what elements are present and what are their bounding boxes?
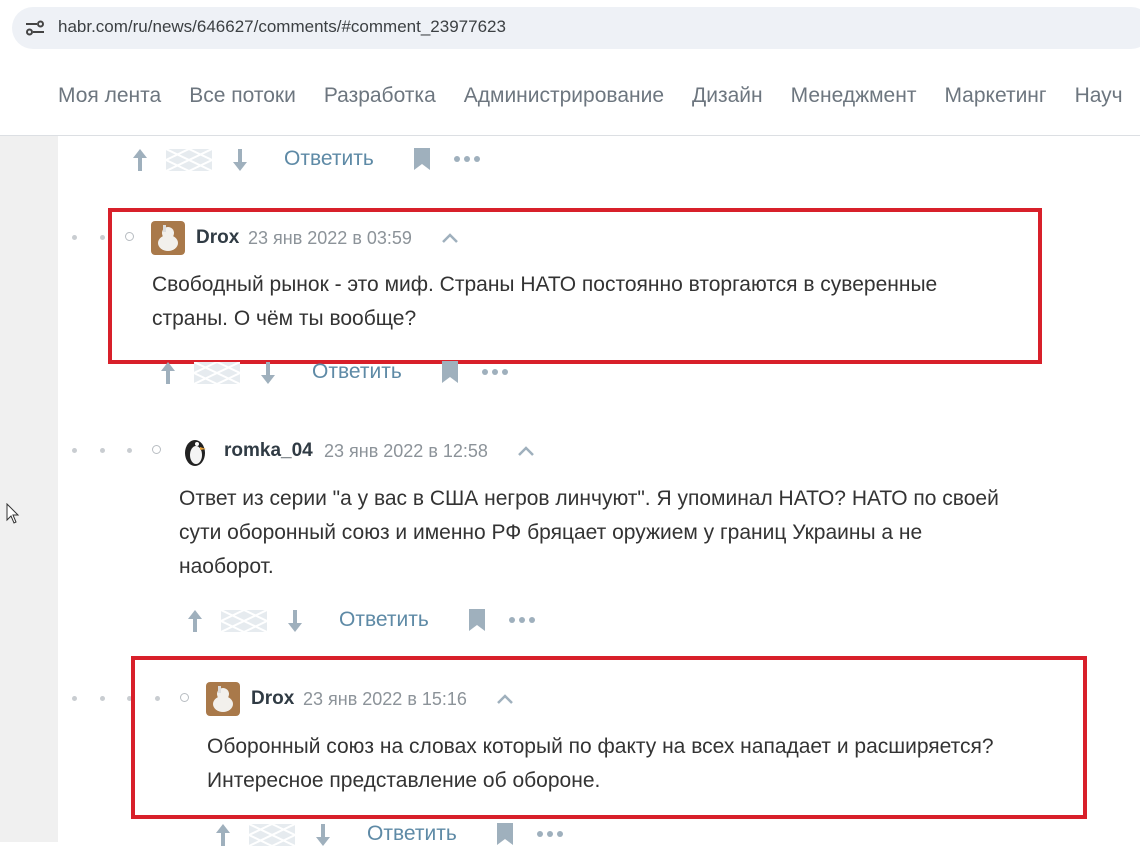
url-text[interactable]: habr.com/ru/news/646627/comments/#commen…: [58, 17, 506, 37]
nav-item-management[interactable]: Менеджмент: [791, 84, 917, 108]
more-icon[interactable]: [481, 368, 509, 376]
score-placeholder: [249, 824, 295, 846]
comment-text: Ответ из серии "а у вас в США негров лин…: [179, 487, 999, 578]
vote-down-icon[interactable]: [258, 360, 278, 386]
thread-dot: [72, 696, 77, 701]
avatar[interactable]: [178, 434, 212, 468]
more-icon[interactable]: [536, 830, 564, 838]
bookmark-icon[interactable]: [468, 608, 486, 632]
highlight-box: [131, 656, 1087, 819]
score-placeholder: [221, 610, 267, 632]
vote-up-icon[interactable]: [130, 147, 150, 173]
bookmark-icon[interactable]: [441, 360, 459, 384]
vote-up-icon[interactable]: [158, 360, 178, 386]
comment-actions: Ответить: [130, 147, 490, 177]
comment-author[interactable]: romka_04: [224, 440, 313, 462]
nav-item-development[interactable]: Разработка: [324, 84, 436, 108]
nav-item-marketing[interactable]: Маркетинг: [944, 84, 1046, 108]
habr-nav: Моя лента Все потоки Разработка Админист…: [0, 58, 1140, 136]
thread-dot: [100, 448, 105, 453]
vote-down-icon[interactable]: [313, 822, 333, 848]
vote-down-icon[interactable]: [285, 608, 305, 634]
reply-link[interactable]: Ответить: [367, 822, 457, 846]
bookmark-icon[interactable]: [413, 147, 431, 171]
nav-item-science[interactable]: Науч: [1075, 84, 1123, 108]
comment-actions: Ответить: [158, 360, 518, 390]
chevron-up-icon[interactable]: [517, 445, 535, 457]
reply-link[interactable]: Ответить: [284, 147, 374, 171]
more-icon[interactable]: [508, 616, 536, 624]
reply-link[interactable]: Ответить: [312, 360, 402, 384]
bookmark-icon[interactable]: [496, 822, 514, 846]
vote-down-icon[interactable]: [230, 147, 250, 173]
vote-up-icon[interactable]: [213, 822, 233, 848]
comment-actions: Ответить: [213, 822, 573, 852]
nav-item-design[interactable]: Дизайн: [692, 84, 763, 108]
nav-list: Моя лента Все потоки Разработка Админист…: [58, 84, 1140, 108]
thread-dot: [100, 696, 105, 701]
more-icon[interactable]: [453, 155, 481, 163]
nav-item-all-streams[interactable]: Все потоки: [189, 84, 296, 108]
highlight-box: [108, 208, 1042, 364]
mouse-cursor-icon: [6, 503, 20, 524]
browser-toolbar: habr.com/ru/news/646627/comments/#commen…: [0, 0, 1140, 58]
thread-dot: [72, 235, 77, 240]
thread-dot: [127, 448, 132, 453]
comment-actions: Ответить: [185, 608, 545, 638]
vote-up-icon[interactable]: [185, 608, 205, 634]
comment-date[interactable]: 23 янв 2022 в 12:58: [324, 441, 488, 462]
thread-ring: [152, 445, 161, 454]
score-placeholder: [194, 362, 240, 384]
score-placeholder: [166, 149, 212, 171]
nav-item-administration[interactable]: Администрирование: [464, 84, 664, 108]
site-settings-icon[interactable]: [23, 16, 47, 40]
nav-item-my-feed[interactable]: Моя лента: [58, 84, 161, 108]
reply-link[interactable]: Ответить: [339, 608, 429, 632]
thread-dot: [72, 448, 77, 453]
thread-dot: [100, 235, 105, 240]
